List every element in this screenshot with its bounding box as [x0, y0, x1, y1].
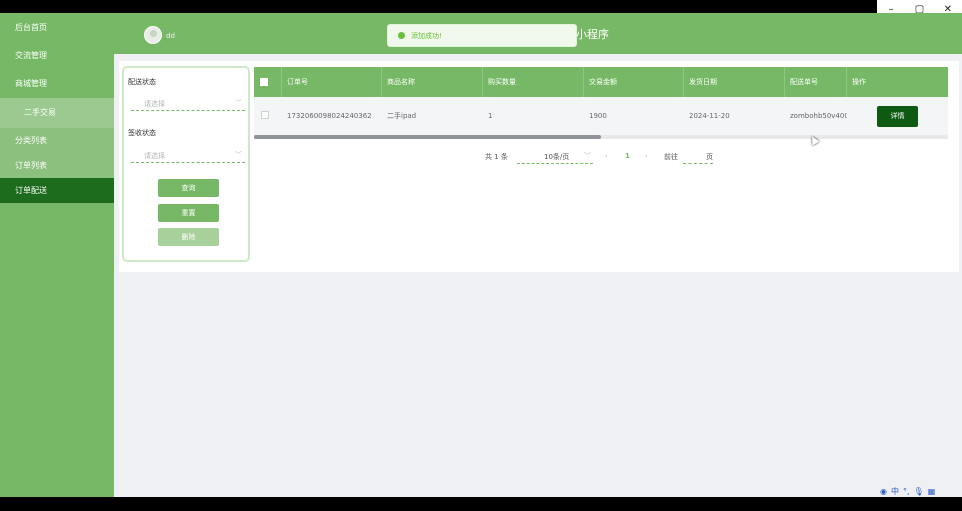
- punctuation-icon[interactable]: °,: [903, 487, 910, 496]
- page-number-current[interactable]: 1: [625, 152, 630, 160]
- sidebar: 后台首页 交流管理 商城管理 二手交易 分类列表 订单列表 订单配送: [0, 13, 114, 497]
- cell-quantity: 1: [488, 112, 493, 120]
- ime-language[interactable]: 中: [891, 486, 899, 497]
- top-bar: [0, 0, 877, 13]
- table-row: 1732060098024240362 二手ipad 1 1900 2024-1…: [254, 97, 948, 135]
- page-size-select[interactable]: 10条/页 ﹀: [517, 150, 593, 164]
- grid-icon[interactable]: ▦: [928, 487, 936, 496]
- cell-tracking: zombohb50v4000: [790, 112, 847, 120]
- page-title: 小程序: [576, 28, 609, 41]
- sidebar-item-category[interactable]: 分类列表: [0, 128, 114, 153]
- delivery-status-select[interactable]: 请选择 ﹀: [131, 95, 245, 111]
- pagination-total: 共 1 条: [485, 153, 508, 161]
- username: dd: [166, 32, 175, 40]
- sidebar-item-home[interactable]: 后台首页: [0, 13, 114, 42]
- col-operation: 操作: [847, 67, 948, 97]
- select-all-checkbox[interactable]: [260, 78, 268, 86]
- horizontal-scrollbar[interactable]: [254, 135, 948, 139]
- page-unit-label: 页: [706, 153, 713, 161]
- orders-table: 订单号 商品名称 购买数量 交易金额 发货日期 配送单号 17320600980…: [254, 67, 948, 141]
- sign-status-label: 签收状态: [128, 129, 156, 137]
- col-quantity[interactable]: 购买数量: [483, 67, 584, 97]
- col-order-no[interactable]: 订单号: [282, 67, 382, 97]
- page-size-value: 10条/页: [544, 153, 570, 161]
- cell-ship-date: 2024-11-20: [689, 112, 730, 120]
- query-button[interactable]: 查询: [158, 179, 219, 197]
- avatar[interactable]: [144, 26, 162, 44]
- pagination: 共 1 条 10条/页 ﹀ ‹ 1 › 前往 页: [119, 150, 959, 166]
- system-tray: ◉ 中 °, 🎙 ▦: [880, 486, 950, 497]
- app-window: – ▢ ✕ 后台首页 交流管理 商城管理 二手交易 分类列表 订单列表 订单配送…: [0, 0, 962, 511]
- sidebar-item-orders[interactable]: 订单列表: [0, 153, 114, 178]
- chevron-down-icon: ﹀: [235, 99, 242, 107]
- microphone-icon[interactable]: 🎙: [914, 487, 924, 496]
- sidebar-item-secondhand[interactable]: 二手交易: [0, 98, 114, 128]
- sidebar-item-delivery[interactable]: 订单配送: [0, 178, 114, 203]
- goto-label: 前往: [664, 153, 678, 161]
- toast-message: 添加成功!: [411, 31, 442, 40]
- col-tracking[interactable]: 配送单号: [785, 67, 847, 97]
- chevron-down-icon: ﹀: [584, 152, 591, 160]
- col-ship-date[interactable]: 发货日期: [684, 67, 785, 97]
- sidebar-item-mall[interactable]: 商城管理: [0, 69, 114, 98]
- row-checkbox[interactable]: [261, 111, 269, 119]
- next-page-icon[interactable]: ›: [645, 152, 648, 160]
- cell-order-no: 1732060098024240362: [287, 112, 372, 120]
- detail-button[interactable]: 详情: [877, 106, 918, 127]
- col-product[interactable]: 商品名称: [382, 67, 483, 97]
- taskbar: [0, 497, 962, 511]
- delivery-status-label: 配送状态: [128, 78, 156, 86]
- table-header: 订单号 商品名称 购买数量 交易金额 发货日期 配送单号: [254, 67, 948, 97]
- col-amount[interactable]: 交易金额: [584, 67, 684, 97]
- sidebar-item-exchange[interactable]: 交流管理: [0, 42, 114, 69]
- main-area: 配送状态 请选择 ﹀ 签收状态 请选择 ﹀ 查询 重置 删除 订单号 商品名称 …: [114, 54, 962, 497]
- check-circle-icon: [398, 32, 405, 39]
- ime-icon[interactable]: ◉: [880, 487, 887, 496]
- delete-button[interactable]: 删除: [158, 228, 219, 246]
- cell-amount: 1900: [589, 112, 607, 120]
- reset-button[interactable]: 重置: [158, 204, 219, 222]
- scrollbar-thumb[interactable]: [254, 135, 601, 139]
- cell-product: 二手ipad: [387, 112, 417, 120]
- success-toast: 添加成功!: [387, 24, 577, 47]
- prev-page-icon[interactable]: ‹: [605, 152, 608, 160]
- content-card: 配送状态 请选择 ﹀ 签收状态 请选择 ﹀ 查询 重置 删除 订单号 商品名称 …: [119, 61, 959, 272]
- select-all-cell: [254, 67, 282, 97]
- delivery-status-placeholder: 请选择: [144, 100, 165, 108]
